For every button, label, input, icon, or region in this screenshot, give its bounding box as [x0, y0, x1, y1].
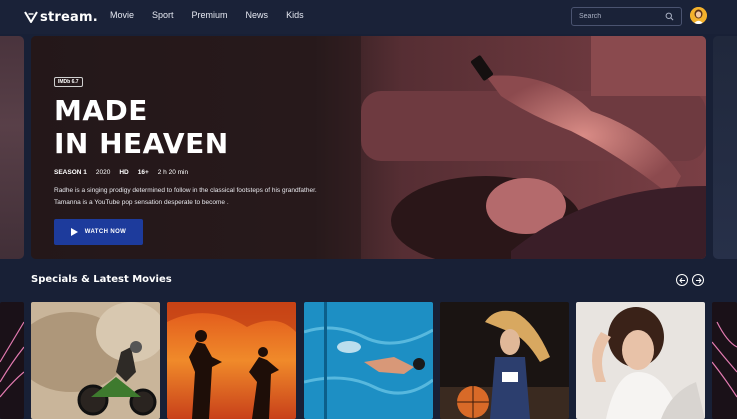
search-input[interactable] — [579, 13, 659, 20]
hero-content: IMDb 6.7 MADE IN HEAVEN SEASON 1 2020 HD… — [54, 70, 344, 245]
nav-item-news[interactable]: News — [246, 10, 269, 20]
movie-poster — [31, 302, 160, 419]
movie-poster — [440, 302, 569, 419]
carousel-next-slide[interactable] — [713, 36, 737, 259]
movie-poster — [576, 302, 705, 419]
nav-item-sport[interactable]: Sport — [152, 10, 174, 20]
avatar-image — [690, 7, 707, 24]
age-rating-label: 16+ — [137, 169, 149, 176]
section-next-button[interactable] — [692, 274, 704, 286]
logo-text: stream. — [40, 9, 98, 25]
logo[interactable]: stream. — [24, 9, 98, 25]
watch-now-button[interactable]: WATCH NOW — [54, 219, 143, 245]
hero-title: MADE IN HEAVEN — [54, 94, 344, 160]
logo-icon — [24, 11, 38, 23]
search-icon[interactable] — [665, 12, 674, 21]
carousel-prev-slide[interactable] — [0, 36, 24, 259]
section-prev-button[interactable] — [676, 274, 688, 286]
movie-card-partial-left[interactable] — [0, 302, 24, 419]
avatar[interactable] — [690, 7, 707, 24]
search-box[interactable] — [571, 7, 682, 26]
season-label: SEASON 1 — [54, 169, 87, 176]
main-nav: Movie Sport Premium News Kids — [110, 10, 304, 20]
year-label: 2020 — [95, 169, 111, 176]
movie-card-basketball[interactable] — [440, 302, 569, 419]
top-nav-bar: stream. Movie Sport Premium News Kids — [0, 0, 737, 34]
movie-poster — [712, 302, 737, 419]
duration-label: 2 h 20 min — [157, 169, 189, 176]
play-icon — [70, 228, 78, 236]
imdb-badge: IMDb 6.7 — [54, 77, 83, 87]
movie-card-portrait[interactable] — [576, 302, 705, 419]
nav-item-premium[interactable]: Premium — [192, 10, 228, 20]
movie-card-sunset-runners[interactable] — [167, 302, 296, 419]
movie-poster — [167, 302, 296, 419]
section-title: Specials & Latest Movies — [31, 274, 172, 285]
movie-card-partial-right[interactable] — [712, 302, 737, 419]
nav-item-movie[interactable]: Movie — [110, 10, 134, 20]
movie-poster — [0, 302, 24, 419]
movie-card-swimmer[interactable] — [304, 302, 433, 419]
hero-title-line-1: MADE — [54, 94, 148, 127]
hero-title-line-2: IN HEAVEN — [54, 127, 229, 160]
hero-meta: SEASON 1 2020 HD 16+ 2 h 20 min — [54, 169, 344, 176]
hero-banner: IMDb 6.7 MADE IN HEAVEN SEASON 1 2020 HD… — [31, 36, 706, 259]
hero-description: Radhe is a singing prodigy determined to… — [54, 187, 317, 206]
watch-now-label: WATCH NOW — [84, 229, 127, 235]
quality-label: HD — [119, 169, 129, 176]
arrow-right-icon — [695, 277, 702, 283]
movie-card-motocross[interactable] — [31, 302, 160, 419]
arrow-left-icon — [678, 277, 685, 283]
movie-poster — [304, 302, 433, 419]
nav-item-kids[interactable]: Kids — [286, 10, 304, 20]
